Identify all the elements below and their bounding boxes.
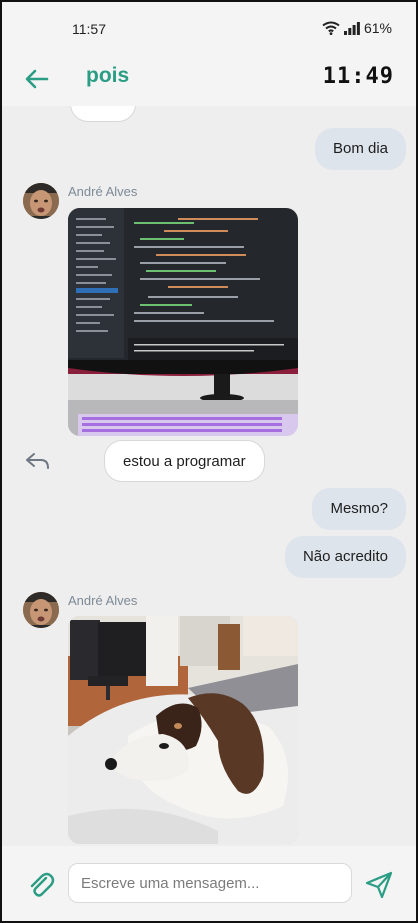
avatar[interactable] (23, 183, 59, 219)
previous-message-bubble (70, 106, 136, 122)
outgoing-message: Mesmo? (312, 488, 406, 530)
arrow-left-icon (25, 69, 49, 89)
back-button[interactable] (22, 64, 52, 94)
header-clock: 11:49 (322, 64, 394, 89)
reply-icon[interactable] (24, 449, 52, 473)
sender-name: André Alves (68, 184, 138, 199)
signal-icon (343, 21, 360, 35)
send-icon (365, 871, 393, 899)
send-button[interactable] (364, 870, 394, 900)
status-bar: 11:57 61% (2, 2, 416, 52)
composer-bar (2, 846, 416, 921)
image-message-monitor[interactable] (68, 208, 298, 436)
message-input[interactable] (68, 863, 352, 903)
sender-name: André Alves (68, 593, 138, 608)
paperclip-icon (30, 872, 55, 897)
avatar[interactable] (23, 592, 59, 628)
chat-title: pois (86, 64, 130, 87)
wifi-icon (322, 21, 340, 35)
outgoing-message: Bom dia (314, 128, 406, 170)
status-time: 11:57 (72, 21, 106, 37)
status-icons: 61% (322, 20, 392, 36)
battery-level: 61% (363, 20, 392, 36)
attach-button[interactable] (26, 870, 56, 900)
incoming-message: estou a programar (104, 440, 265, 482)
chat-header: pois 11:49 (2, 52, 416, 106)
image-message-dog[interactable] (68, 616, 298, 844)
phone-screen: 11:57 61% pois 11:49 Bom dia André Alves… (0, 0, 418, 923)
message-list[interactable]: Bom dia André Alves estou a programar Me… (2, 106, 416, 846)
outgoing-message: Não acredito (284, 536, 406, 578)
